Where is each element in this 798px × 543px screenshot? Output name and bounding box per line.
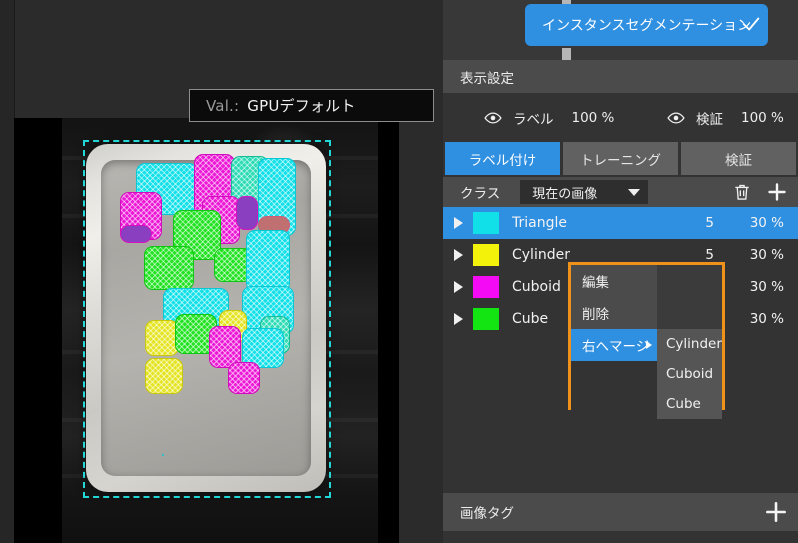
eye-icon[interactable] — [667, 109, 685, 127]
context-menu-item-delete[interactable]: 削除 — [571, 297, 657, 329]
instance-mask[interactable] — [162, 454, 164, 456]
class-color-swatch[interactable] — [473, 308, 499, 330]
context-menu-filler — [571, 361, 657, 413]
check-icon[interactable] — [740, 13, 762, 35]
tab-training[interactable]: トレーニング — [563, 142, 678, 175]
visibility-validation-name: 検証 — [696, 108, 723, 128]
chevron-right-icon — [646, 341, 652, 349]
context-menu-backdrop — [657, 265, 722, 329]
class-percent: 30 % — [750, 279, 784, 295]
eye-icon[interactable] — [484, 109, 502, 127]
context-menu-item-merge-right-label: 右へマージ — [582, 335, 649, 355]
visibility-label-name: ラベル — [513, 108, 554, 128]
value-tooltip: Val.: GPUデフォルト — [189, 89, 434, 122]
context-menu-item-edit[interactable]: 編集 — [571, 265, 657, 297]
plus-icon[interactable] — [765, 180, 789, 204]
class-percent: 30 % — [750, 247, 784, 263]
submenu-item-cuboid[interactable]: Cuboid — [657, 359, 722, 389]
sample-photo — [62, 118, 378, 543]
triangle-right-icon[interactable] — [443, 281, 473, 293]
instance-mask[interactable] — [228, 362, 260, 394]
class-toolbar: クラス 現在の画像 — [443, 177, 798, 207]
class-percent: 30 % — [750, 215, 784, 231]
context-menu: 編集 削除 右へマージ — [571, 265, 657, 413]
instance-mask[interactable] — [145, 358, 183, 394]
context-menu-highlight-box: 編集 削除 右へマージ Cylinder Cuboid Cube — [568, 262, 725, 410]
mode-bar: インスタンスセグメンテーション — [443, 0, 798, 60]
image-tag-label: 画像タグ — [460, 502, 514, 522]
class-scope-value: 現在の画像 — [532, 183, 597, 202]
triangle-right-icon[interactable] — [443, 217, 473, 229]
submenu-item-cylinder[interactable]: Cylinder — [657, 329, 722, 359]
submenu-item-cube[interactable]: Cube — [657, 389, 722, 419]
instance-mask[interactable] — [236, 196, 258, 230]
visibility-label-group: ラベル 100 % — [484, 108, 614, 128]
class-toolbar-label: クラス — [460, 182, 500, 202]
class-count: 5 — [705, 247, 714, 263]
tooltip-key: Val.: — [206, 97, 239, 115]
tab-labeling[interactable]: ラベル付け — [445, 142, 560, 175]
image-viewport[interactable] — [14, 118, 399, 543]
mode-handle-bottom[interactable] — [562, 48, 571, 60]
triangle-right-icon[interactable] — [443, 313, 473, 325]
instance-mask[interactable] — [144, 246, 194, 290]
chevron-down-icon — [628, 189, 640, 196]
image-tag-bar: 画像タグ — [443, 493, 798, 531]
instance-mask[interactable] — [246, 230, 290, 292]
image-canvas-area[interactable]: Val.: GPUデフォルト — [0, 0, 443, 543]
trash-icon[interactable] — [732, 181, 752, 203]
triangle-right-icon[interactable] — [443, 249, 473, 261]
class-color-swatch[interactable] — [473, 276, 499, 298]
panel-bottom-filler — [443, 531, 798, 543]
context-menu-item-merge-right[interactable]: 右へマージ — [571, 329, 657, 361]
class-percent: 30 % — [750, 311, 784, 327]
visibility-label-percent: 100 % — [572, 110, 615, 126]
instance-mask[interactable] — [120, 225, 152, 243]
visibility-row: ラベル 100 % 検証 100 % — [443, 93, 798, 142]
tooltip-value: GPUデフォルト — [247, 95, 355, 116]
visibility-validation-percent: 100 % — [741, 110, 784, 126]
display-settings-header: 表示設定 — [443, 60, 798, 93]
class-row-triangle[interactable]: Triangle 5 30 % — [443, 207, 798, 239]
context-submenu: Cylinder Cuboid Cube — [657, 329, 722, 419]
plus-icon[interactable] — [763, 499, 789, 525]
class-scope-select[interactable]: 現在の画像 — [520, 180, 648, 204]
class-color-swatch[interactable] — [473, 212, 499, 234]
tab-validation[interactable]: 検証 — [681, 142, 796, 175]
panel-tabs: ラベル付け トレーニング 検証 — [443, 142, 798, 177]
class-color-swatch[interactable] — [473, 244, 499, 266]
instance-segmentation-button[interactable]: インスタンスセグメンテーション — [525, 4, 768, 46]
instance-mask[interactable] — [145, 320, 179, 356]
class-count: 5 — [705, 215, 714, 231]
canvas-left-strip — [0, 0, 15, 543]
visibility-validation-group: 検証 100 % — [667, 108, 784, 128]
